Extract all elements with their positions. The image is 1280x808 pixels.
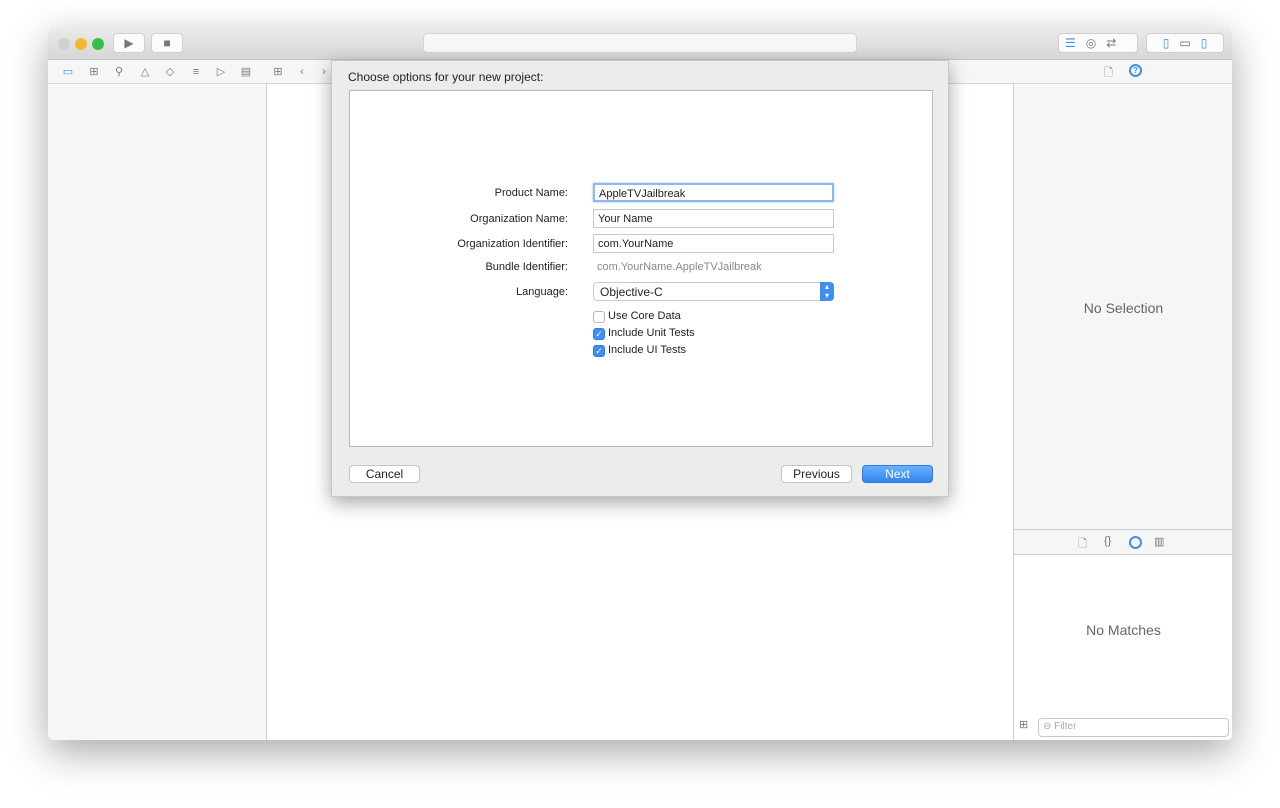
file-template-icon[interactable]: 🗋 (1078, 535, 1087, 554)
assistant-editor-icon[interactable]: ◎ (1086, 36, 1096, 50)
organization-name-input[interactable]: Your Name (593, 209, 834, 228)
file-inspector-icon[interactable]: 🗋 (1104, 64, 1113, 83)
include-unit-tests-checkbox[interactable]: ✓ (593, 328, 605, 340)
play-icon: ▶ (124, 36, 134, 50)
hierarchy-icon[interactable]: ⊞ (86, 64, 102, 80)
diamond-icon[interactable]: ◇ (162, 64, 178, 80)
related-items-icon[interactable]: ⊞ (270, 64, 286, 80)
minimize-window-button[interactable] (75, 38, 87, 50)
xcode-window: ▶ ■ ☰ ◎ ⇄ ▯ ▭ ▯ ▭ ⊞ ⚲ △ ◇ ≡ ▷ ▤ ⊞ ‹ › 🗋 … (48, 28, 1232, 740)
inspector-tabs: 🗋 ? (1014, 60, 1232, 84)
bundle-identifier-label: Bundle Identifier: (485, 261, 568, 273)
options-panel: Product Name: AppleTVJailbreak Organizat… (349, 90, 933, 447)
stop-button[interactable]: ■ (151, 33, 183, 53)
organization-name-label: Organization Name: (470, 213, 568, 225)
utilities-panel: 🗋 ? No Selection 🗋 {} ▥ No Matches ⊞ ⊖ F… (1013, 60, 1232, 740)
checkmark-icon: ✓ (595, 329, 603, 339)
close-window-button[interactable] (58, 38, 70, 50)
include-ui-tests-label: Include UI Tests (608, 344, 687, 356)
include-ui-tests-checkbox[interactable]: ✓ (593, 345, 605, 357)
checkmark-icon: ✓ (595, 346, 603, 356)
organization-identifier-label: Organization Identifier: (457, 238, 568, 250)
language-select[interactable]: Objective-C ▴ ▾ (593, 282, 834, 301)
no-selection-label: No Selection (1083, 300, 1164, 316)
no-matches-label: No Matches (1086, 622, 1161, 638)
navigator-toggle-icon[interactable]: ▯ (1163, 36, 1170, 50)
filter-icon: ⊖ (1043, 721, 1052, 732)
previous-button[interactable]: Previous (781, 465, 852, 483)
forward-icon[interactable]: › (316, 64, 332, 80)
use-core-data-checkbox[interactable] (593, 311, 605, 323)
comment-icon[interactable]: ▤ (238, 64, 254, 80)
folder-icon[interactable]: ▭ (60, 64, 76, 80)
next-button[interactable]: Next (862, 465, 933, 483)
library-list (1014, 555, 1232, 740)
code-snippet-icon[interactable]: {} (1104, 535, 1111, 547)
language-label: Language: (516, 286, 568, 298)
filter-input[interactable]: ⊖ Filter (1038, 718, 1229, 737)
editor-mode-group[interactable]: ☰ ◎ ⇄ (1058, 33, 1138, 53)
search-icon[interactable]: ⚲ (111, 64, 127, 80)
object-library-icon[interactable] (1129, 536, 1142, 549)
organization-identifier-input[interactable]: com.YourName (593, 234, 834, 253)
cancel-button[interactable]: Cancel (349, 465, 420, 483)
include-unit-tests-label: Include Unit Tests (608, 327, 695, 339)
use-core-data-label: Use Core Data (608, 310, 681, 322)
version-editor-icon[interactable]: ⇄ (1106, 36, 1116, 50)
activity-view (423, 33, 857, 53)
library-tabs: 🗋 {} ▥ (1014, 529, 1232, 555)
standard-editor-icon[interactable]: ☰ (1065, 36, 1076, 50)
dialog-title: Choose options for your new project: (348, 70, 544, 84)
utilities-toggle-icon[interactable]: ▯ (1201, 36, 1208, 50)
product-name-input[interactable]: AppleTVJailbreak (593, 183, 834, 202)
navigator-sidebar (48, 84, 267, 740)
run-button[interactable]: ▶ (113, 33, 145, 53)
new-project-dialog: Choose options for your new project: Pro… (331, 60, 949, 497)
bundle-identifier-value: com.YourName.AppleTVJailbreak (597, 261, 762, 273)
quick-help-icon[interactable]: ? (1129, 64, 1142, 77)
updown-chevron-icon: ▴ ▾ (820, 282, 834, 301)
stop-icon: ■ (163, 36, 171, 50)
product-name-label: Product Name: (494, 187, 568, 199)
tag-icon[interactable]: ▷ (213, 64, 229, 80)
zoom-window-button[interactable] (92, 38, 104, 50)
back-icon[interactable]: ‹ (294, 64, 310, 80)
title-bar: ▶ ■ ☰ ◎ ⇄ ▯ ▭ ▯ (48, 28, 1232, 60)
panel-toggle-group[interactable]: ▯ ▭ ▯ (1146, 33, 1224, 53)
warning-icon[interactable]: △ (137, 64, 153, 80)
list-icon[interactable]: ≡ (188, 64, 204, 80)
media-library-icon[interactable]: ▥ (1154, 535, 1164, 548)
debug-area-toggle-icon[interactable]: ▭ (1179, 36, 1190, 50)
grid-view-icon[interactable]: ⊞ (1019, 718, 1028, 731)
